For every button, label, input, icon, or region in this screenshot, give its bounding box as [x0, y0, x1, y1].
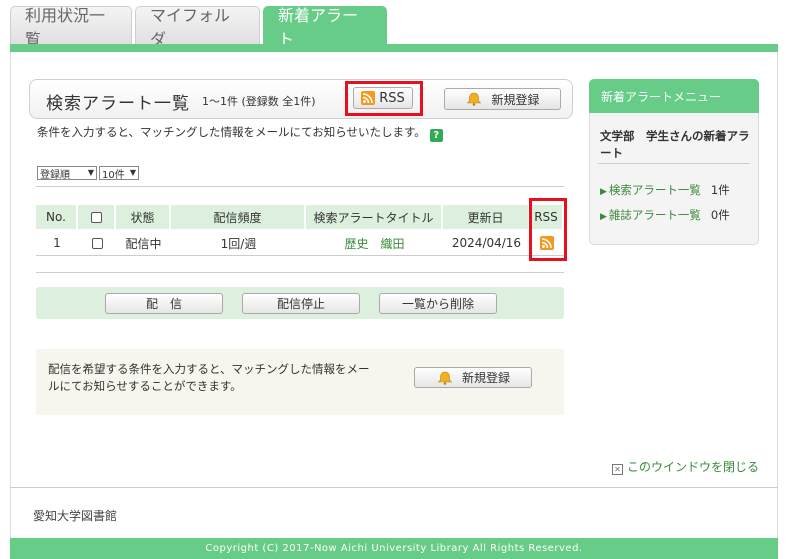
col-status: 状態: [116, 205, 171, 229]
col-title: 検索アラートタイトル: [306, 205, 443, 229]
bell-icon: [437, 371, 453, 385]
side-menu-user: 文学部 学生さんの新着アラート: [600, 129, 750, 160]
table-row: 1 配信中 1回/週 歴史 織田 2024/04/16: [36, 230, 564, 256]
tab-usage[interactable]: 利用状況一覧: [10, 6, 132, 49]
close-window-label: このウインドウを閉じる: [627, 460, 760, 474]
deliver-button[interactable]: 配 信: [105, 293, 223, 314]
col-no: No.: [36, 205, 78, 229]
col-select-all: [78, 205, 116, 229]
divider: [598, 163, 750, 164]
footer-copyright: Copyright (C) 2017-Now Aichi University …: [10, 538, 778, 559]
info-register-button[interactable]: 新規登録: [414, 367, 532, 388]
rss-highlight-box: [345, 81, 423, 116]
side-item-count: 1件: [710, 183, 730, 197]
stop-delivery-button[interactable]: 配信停止: [242, 293, 360, 314]
info-register-label: 新規登録: [461, 371, 510, 385]
rss-column-highlight-box: [529, 198, 567, 261]
new-register-button[interactable]: 新規登録: [444, 88, 561, 110]
divider: [36, 186, 564, 187]
help-icon[interactable]: ?: [429, 129, 443, 142]
sort-select[interactable]: 登録順 ▼: [37, 166, 97, 181]
library-name: 愛知大学図書館: [33, 509, 118, 523]
info-text: 配信を希望する条件を入力すると、マッチングした情報をメールにてお知らせすることが…: [48, 362, 370, 393]
delete-from-list-button[interactable]: 一覧から削除: [379, 293, 497, 314]
tab-new-alert[interactable]: 新着アラート: [263, 6, 387, 49]
side-item-label: 検索アラート一覧: [608, 183, 701, 197]
divider: [10, 487, 778, 488]
side-item-search-alert[interactable]: ▶ 検索アラート一覧 1件: [600, 182, 730, 198]
description: 条件を入力すると、マッチングした情報をメールにてお知らせいたします。?: [37, 124, 443, 142]
side-item-label: 雑誌アラート一覧: [608, 208, 701, 222]
side-menu-heading: 新着アラートメニュー: [589, 79, 759, 113]
row-updated: 2024/04/16: [451, 236, 522, 250]
col-frequency: 配信頻度: [171, 205, 306, 229]
close-icon: ✕: [612, 464, 623, 475]
row-no: 1: [53, 236, 61, 250]
tab-my-folder[interactable]: マイフォルダ: [135, 6, 260, 49]
col-updated: 更新日: [443, 205, 530, 229]
divider: [36, 272, 564, 273]
select-all-checkbox[interactable]: [90, 211, 102, 223]
row-checkbox-cell: [78, 230, 116, 256]
side-item-count: 0件: [710, 208, 730, 222]
triangle-right-icon: ▶: [600, 212, 607, 222]
tab-bar: 利用状況一覧 マイフォルダ 新着アラート: [10, 6, 390, 49]
chevron-down-icon: ▼: [129, 168, 136, 177]
sort-select-value: 登録順: [40, 169, 70, 181]
triangle-right-icon: ▶: [600, 187, 607, 197]
row-checkbox[interactable]: [91, 237, 103, 249]
chevron-down-icon: ▼: [87, 168, 94, 177]
new-register-label: 新規登録: [491, 92, 540, 107]
description-text: 条件を入力すると、マッチングした情報をメールにてお知らせいたします。: [37, 125, 426, 139]
result-count: 1～1件 (登録数 全1件): [202, 95, 316, 108]
close-window-link[interactable]: ✕ このウインドウを閉じる: [612, 458, 759, 475]
row-status: 配信中: [125, 236, 162, 251]
table-header: No. 状態 配信頻度 検索アラートタイトル 更新日 RSS: [36, 205, 564, 229]
tab-underline: [10, 44, 778, 52]
row-frequency: 1回/週: [220, 236, 257, 251]
side-item-journal-alert[interactable]: ▶ 雑誌アラート一覧 0件: [600, 207, 730, 223]
per-page-select[interactable]: 10件 ▼: [99, 166, 139, 181]
per-page-select-value: 10件: [102, 169, 125, 181]
page-title: 検索アラート一覧: [46, 94, 190, 114]
row-title-link[interactable]: 歴史 織田: [306, 230, 443, 256]
bell-icon: [467, 92, 482, 106]
